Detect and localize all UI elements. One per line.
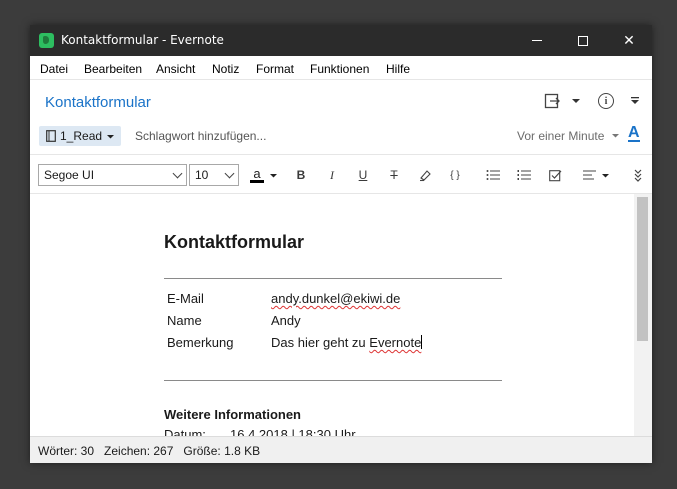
document-heading: Kontaktformular — [164, 232, 305, 252]
window-title: Kontaktformular - Evernote — [61, 33, 224, 47]
menu-bearbeiten[interactable]: Bearbeiten — [84, 62, 142, 76]
more-options-button[interactable] — [629, 92, 641, 110]
bulleted-list-button[interactable] — [482, 165, 504, 185]
minimize-icon — [532, 40, 542, 41]
bold-button[interactable]: B — [290, 165, 312, 185]
double-chevron-down-icon — [634, 169, 642, 182]
code-icon: { } — [450, 169, 460, 181]
underline-button[interactable]: U — [352, 165, 374, 185]
numbered-list-icon — [517, 170, 531, 180]
checkbox-button[interactable] — [544, 165, 566, 185]
menu-hilfe[interactable]: Hilfe — [386, 62, 410, 76]
note-statistics: Wörter: 30 Zeichen: 267 Größe: 1.8 KB — [38, 444, 261, 458]
maximize-icon — [578, 35, 588, 46]
divider — [164, 380, 502, 381]
share-icon — [544, 93, 560, 109]
maximize-button[interactable] — [560, 25, 606, 56]
highlight-button[interactable] — [414, 165, 436, 185]
remark-value: Das hier geht zu Evernote — [271, 335, 423, 350]
name-label: Name — [167, 313, 202, 328]
remark-word: Evernote — [369, 335, 422, 350]
info-glyph: i — [604, 95, 608, 107]
section-heading: Weitere Informationen — [164, 407, 302, 422]
last-modified-dropdown[interactable]: Vor einer Minute — [517, 129, 620, 143]
vertical-scrollbar[interactable] — [634, 194, 652, 436]
menu-funktionen[interactable]: Funktionen — [310, 62, 369, 76]
chevron-down-icon — [224, 168, 235, 179]
text-color-button[interactable]: a — [246, 165, 282, 185]
note-info-button[interactable]: i — [598, 92, 614, 110]
date-value: 16.4.2018 | 18:30 Uhr — [230, 427, 356, 436]
overflow-menu-icon — [631, 97, 639, 104]
strikethrough-icon: T — [390, 168, 398, 182]
more-formatting-button[interactable] — [627, 165, 649, 185]
underline-icon: U — [358, 168, 368, 182]
note-editor[interactable]: Kontaktformular E-Mail andy.dunkel@ekiwi… — [30, 194, 652, 436]
info-icon: i — [598, 93, 614, 109]
menu-bar: Datei Bearbeiten Ansicht Notiz Format Fu… — [30, 56, 652, 80]
font-family-select[interactable]: Segoe UI — [38, 164, 187, 186]
text-color-icon: a — [250, 167, 264, 183]
text-cursor — [421, 335, 423, 349]
divider — [164, 278, 502, 279]
date-label: Datum: — [164, 427, 206, 436]
evernote-elephant-icon — [39, 33, 54, 48]
last-modified-text: Vor einer Minute — [517, 129, 605, 143]
font-size-icon[interactable]: A — [628, 125, 640, 142]
align-left-icon — [582, 170, 596, 179]
font-size-select[interactable]: 10 — [189, 164, 239, 186]
minimize-button[interactable] — [514, 25, 560, 56]
evernote-window: Kontaktformular - Evernote ✕ Datei Bearb… — [30, 25, 652, 463]
title-bar[interactable]: Kontaktformular - Evernote ✕ — [30, 25, 652, 56]
alignment-button[interactable] — [578, 165, 614, 185]
menu-format[interactable]: Format — [256, 62, 294, 76]
italic-icon: I — [330, 167, 334, 182]
chevron-down-icon — [269, 173, 277, 177]
code-block-button[interactable]: { } — [444, 165, 466, 185]
chevron-down-icon — [172, 168, 183, 179]
close-button[interactable]: ✕ — [606, 25, 652, 56]
font-family-value: Segoe UI — [44, 168, 95, 182]
status-bar: Wörter: 30 Zeichen: 267 Größe: 1.8 KB — [30, 436, 652, 463]
chevron-down-icon — [107, 134, 115, 138]
italic-button[interactable]: I — [321, 165, 343, 185]
tag-input[interactable] — [135, 127, 315, 145]
chevron-down-icon — [601, 173, 609, 177]
font-size-value: 10 — [195, 168, 209, 182]
formatting-toolbar: Segoe UI 10 a B I U T { } — [30, 154, 652, 194]
email-label: E-Mail — [167, 291, 204, 306]
menu-notiz[interactable]: Notiz — [212, 62, 239, 76]
chevron-down-icon — [611, 134, 619, 138]
notebook-selector[interactable]: 1_Read — [39, 126, 121, 146]
email-value: andy.dunkel@ekiwi.de — [271, 291, 401, 306]
note-title[interactable]: Kontaktformular — [45, 94, 151, 111]
menu-datei[interactable]: Datei — [40, 62, 68, 76]
notebook-name: 1_Read — [60, 129, 103, 143]
numbered-list-button[interactable] — [513, 165, 535, 185]
checkbox-icon — [548, 169, 561, 181]
close-icon: ✕ — [623, 32, 635, 49]
bold-icon: B — [296, 168, 306, 182]
share-button[interactable] — [544, 92, 582, 110]
remark-label: Bemerkung — [167, 335, 234, 350]
bulleted-list-icon — [486, 170, 500, 180]
notebook-icon — [46, 130, 56, 142]
remark-text: Das hier geht zu — [271, 335, 370, 350]
menu-ansicht[interactable]: Ansicht — [156, 62, 195, 76]
chevron-down-icon — [572, 99, 580, 103]
strikethrough-button[interactable]: T — [383, 165, 405, 185]
scrollbar-thumb[interactable] — [637, 197, 648, 341]
name-value: Andy — [271, 313, 301, 328]
highlighter-icon — [420, 170, 431, 182]
